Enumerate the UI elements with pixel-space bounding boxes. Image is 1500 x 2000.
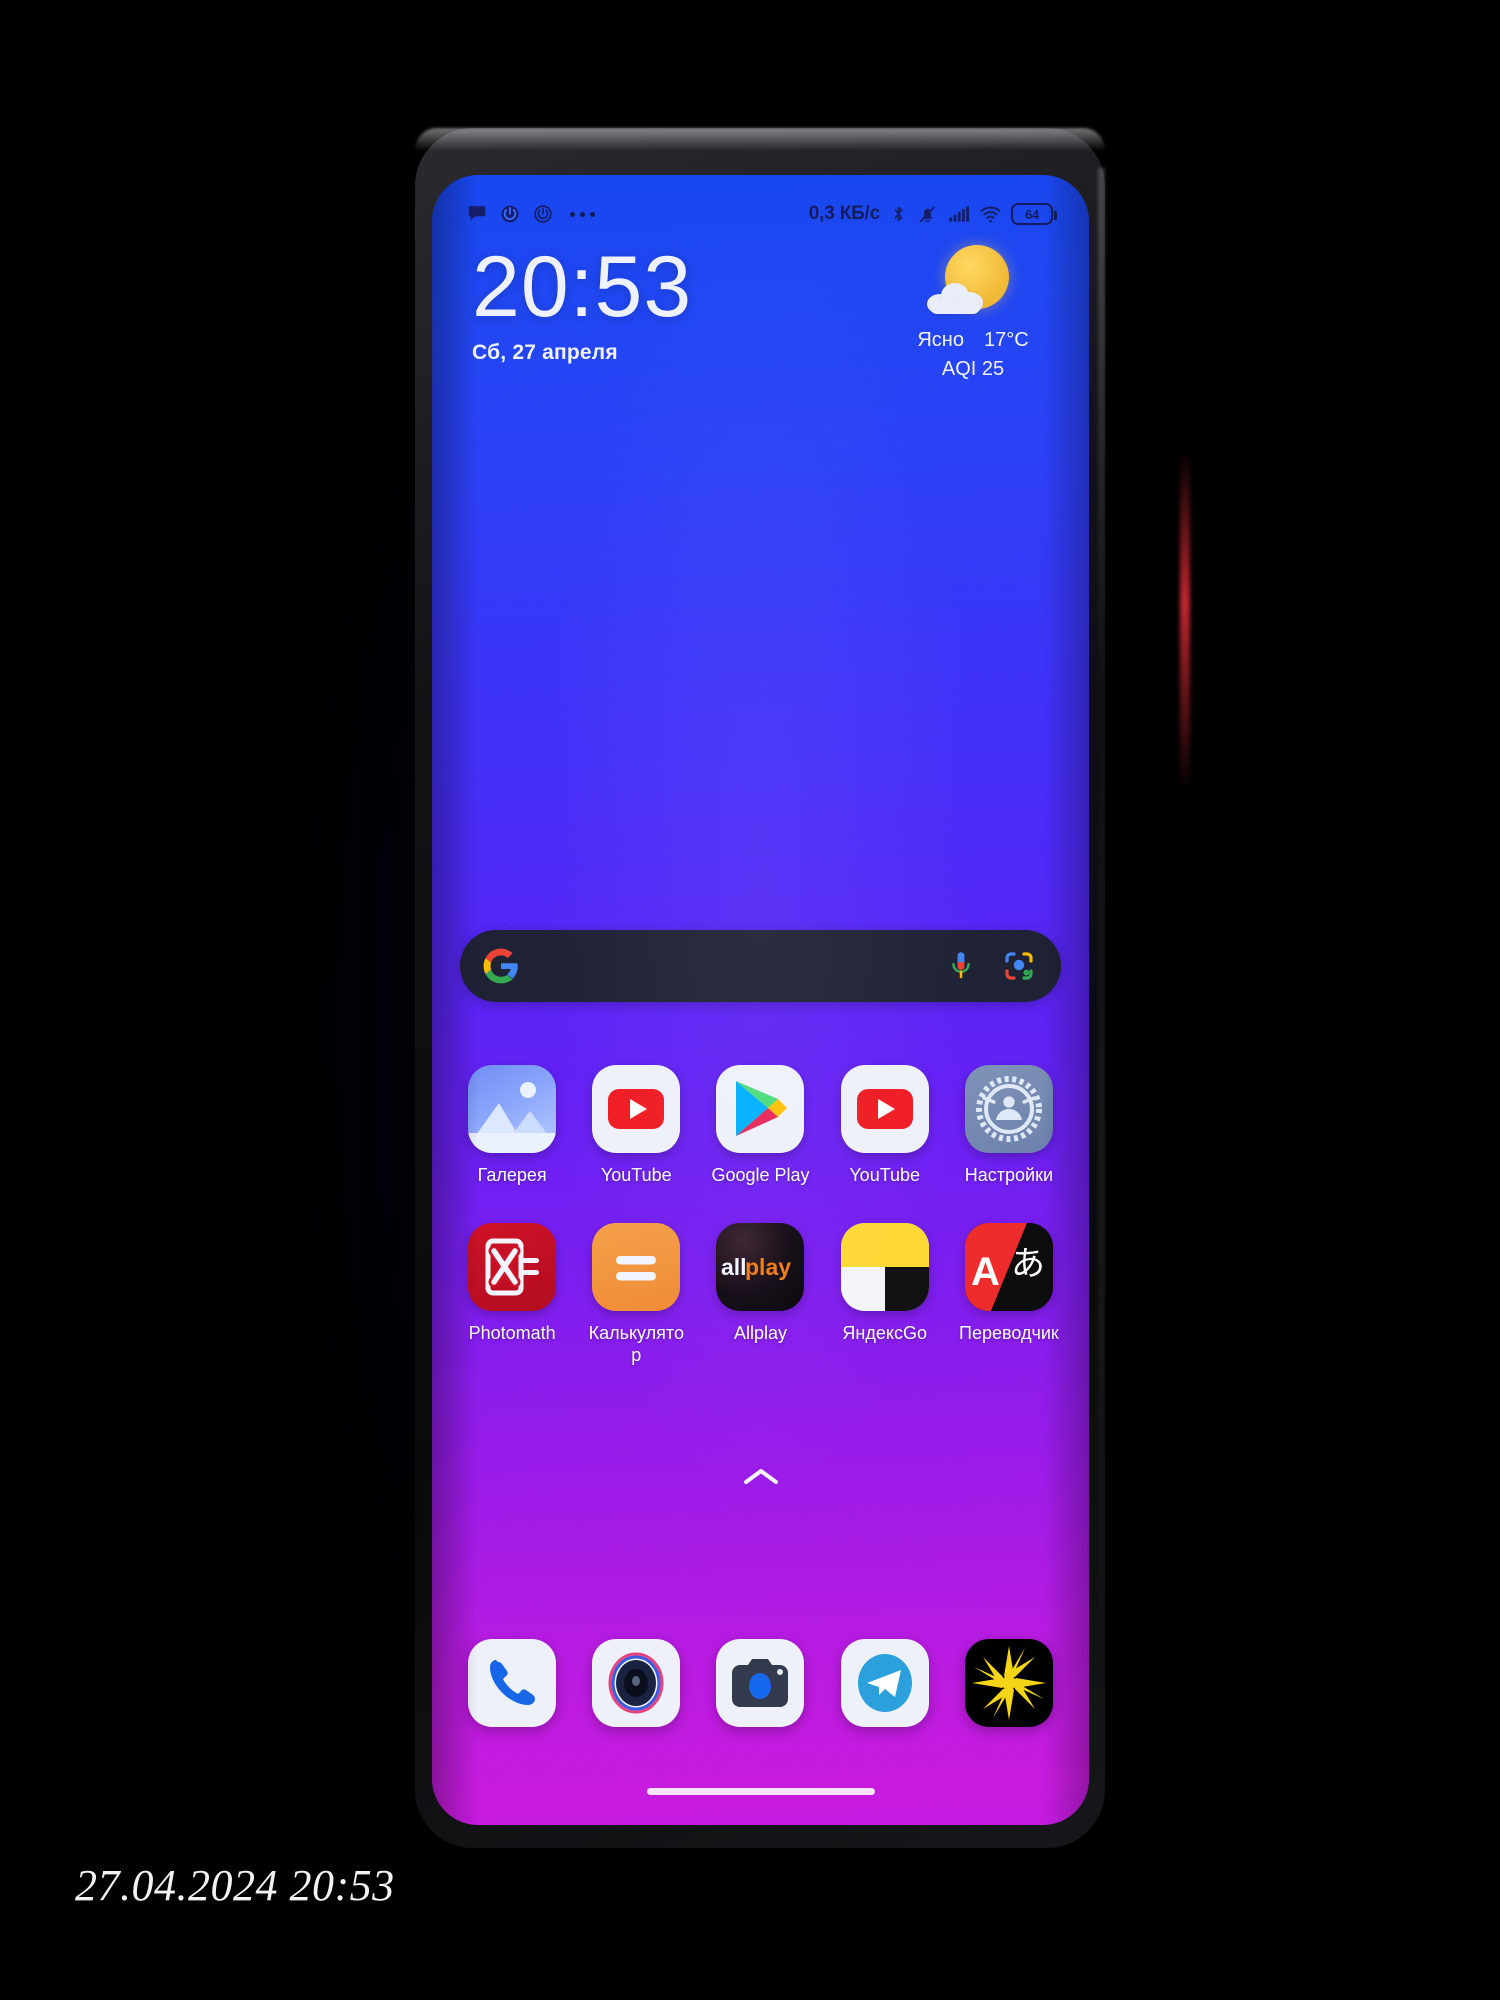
app-photomath[interactable]: Photomath bbox=[450, 1222, 574, 1367]
battery-level-text: 64 bbox=[1025, 206, 1039, 222]
network-speed-text: 0,3 КБ/с bbox=[808, 203, 880, 224]
photomath-icon bbox=[468, 1222, 557, 1311]
app-label: Калькулятор bbox=[588, 1322, 684, 1365]
svg-text:all: all bbox=[721, 1254, 747, 1280]
svg-text:A: A bbox=[971, 1250, 1000, 1294]
google-play-icon bbox=[716, 1065, 805, 1153]
youtube-icon bbox=[592, 1065, 681, 1153]
phone-icon bbox=[468, 1639, 557, 1727]
starburst-icon bbox=[964, 1639, 1053, 1727]
app-label: Галерея bbox=[477, 1165, 547, 1185]
search-actions bbox=[947, 950, 1035, 982]
bell-muted-icon bbox=[919, 206, 935, 223]
dock-item-camera-lens[interactable] bbox=[574, 1639, 698, 1739]
app-nastroyki[interactable]: Настройки bbox=[947, 1065, 1071, 1187]
app-label: YouTube bbox=[600, 1165, 672, 1185]
weather-temperature: 17°C bbox=[983, 329, 1029, 351]
screenshot-root: 0,3 КБ/с 64 20:53 Сб, 27 апреля Ясно 17°… bbox=[0, 0, 1500, 2000]
calculator-icon bbox=[592, 1222, 681, 1311]
telegram-icon bbox=[840, 1639, 929, 1727]
signal-bars-icon bbox=[949, 206, 970, 222]
dock bbox=[450, 1639, 1071, 1739]
yandex-go-icon bbox=[840, 1222, 929, 1311]
app-kalkulyator[interactable]: Калькулятор bbox=[574, 1222, 698, 1367]
clock-time: 20:53 bbox=[472, 239, 693, 335]
dock-item-telegram[interactable] bbox=[823, 1639, 947, 1739]
app-label: Переводчик bbox=[959, 1322, 1059, 1343]
app-label: Google Play bbox=[711, 1165, 810, 1185]
phone-screen: 0,3 КБ/с 64 20:53 Сб, 27 апреля Ясно 17°… bbox=[432, 175, 1089, 1825]
wifi-icon bbox=[980, 206, 1001, 223]
app-youtube-2[interactable]: YouTube bbox=[823, 1065, 947, 1187]
dock-item-starburst[interactable] bbox=[947, 1639, 1071, 1739]
weather-widget[interactable]: Ясно 17°C AQI 25 bbox=[893, 241, 1053, 381]
app-drawer-chevron[interactable] bbox=[432, 1465, 1089, 1489]
bluetooth-icon bbox=[894, 206, 903, 222]
camera-icon bbox=[716, 1639, 805, 1727]
bezel-edge-reflection bbox=[1180, 450, 1190, 790]
app-galereya[interactable]: Галерея bbox=[450, 1065, 574, 1187]
app-label: YouTube bbox=[849, 1165, 921, 1185]
status-bar: 0,3 КБ/с 64 bbox=[432, 197, 1089, 231]
home-indicator[interactable] bbox=[646, 1788, 875, 1795]
cloud-shape bbox=[927, 283, 985, 314]
message-bubble-icon bbox=[468, 206, 486, 221]
weather-line-condition: Ясно 17°C bbox=[893, 329, 1053, 352]
clock-widget[interactable]: 20:53 Сб, 27 апреля bbox=[472, 239, 693, 365]
dock-item-camera[interactable] bbox=[698, 1639, 822, 1739]
gallery-icon bbox=[468, 1065, 557, 1153]
bezel-top-highlight bbox=[415, 128, 1105, 150]
chevron-up-icon bbox=[743, 1469, 778, 1484]
app-yandexgo[interactable]: ЯндексGo bbox=[823, 1222, 947, 1367]
app-allplay[interactable]: all play Allplay bbox=[698, 1222, 822, 1367]
weather-condition: Ясно bbox=[917, 329, 964, 351]
status-bar-right: 0,3 КБ/с 64 bbox=[808, 203, 1057, 225]
translate-icon: A あ bbox=[964, 1222, 1053, 1311]
app-perevodchik[interactable]: A あ Переводчик bbox=[947, 1222, 1071, 1367]
app-label: ЯндексGo bbox=[842, 1322, 927, 1343]
battery-indicator: 64 bbox=[1011, 203, 1057, 225]
settings-gear-icon bbox=[964, 1065, 1053, 1153]
app-youtube-1[interactable]: YouTube bbox=[574, 1065, 698, 1187]
camera-lens-icon bbox=[592, 1639, 681, 1727]
microphone-icon[interactable] bbox=[947, 950, 975, 982]
app-label: Allplay bbox=[733, 1322, 787, 1343]
dock-item-phone[interactable] bbox=[450, 1639, 574, 1739]
google-g-icon bbox=[483, 948, 518, 984]
power-circle-outline-icon bbox=[534, 205, 552, 223]
clock-date: Сб, 27 апреля bbox=[472, 340, 618, 364]
sun-behind-cloud-icon bbox=[893, 241, 1053, 327]
status-bar-left bbox=[466, 203, 595, 225]
youtube-icon bbox=[840, 1065, 929, 1153]
capture-timestamp: 27.04.2024 20:53 bbox=[75, 1861, 395, 1910]
app-label: Настройки bbox=[964, 1165, 1054, 1185]
more-dots-icon bbox=[570, 211, 595, 217]
weather-aqi: AQI 25 bbox=[941, 358, 1005, 380]
svg-text:play: play bbox=[745, 1254, 791, 1280]
google-lens-icon[interactable] bbox=[1003, 950, 1035, 982]
power-circle-icon bbox=[501, 205, 519, 223]
app-label: Photomath bbox=[468, 1322, 556, 1343]
allplay-icon: all play bbox=[716, 1222, 805, 1311]
bezel-right-highlight bbox=[1098, 168, 1105, 1668]
google-search-bar[interactable] bbox=[460, 930, 1061, 1002]
app-google-play[interactable]: Google Play bbox=[698, 1065, 822, 1187]
app-grid: Галерея YouTube Google Play YouTube Наст… bbox=[450, 1065, 1071, 1367]
svg-text:あ: あ bbox=[1011, 1245, 1045, 1283]
